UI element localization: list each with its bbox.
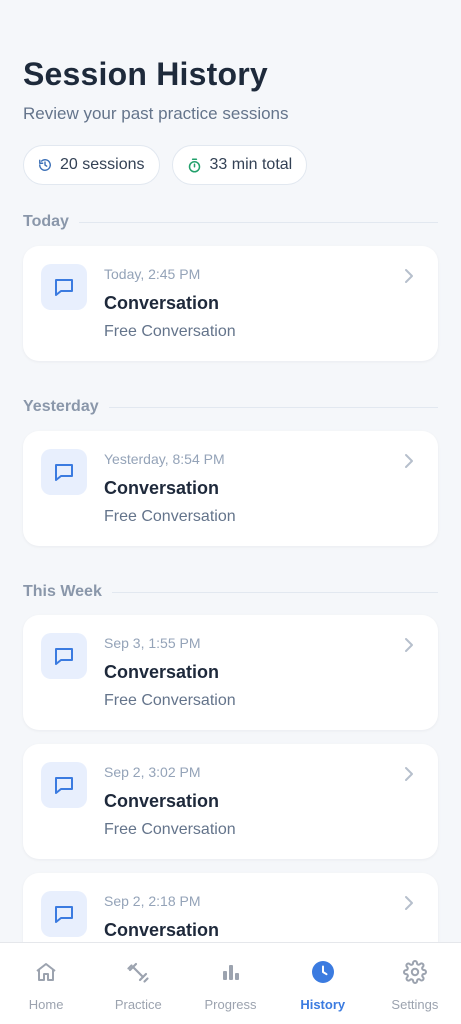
timer-icon (187, 158, 202, 173)
session-title: Conversation (104, 791, 220, 811)
session-type: Free Conversation (104, 323, 236, 340)
history-screen: Session History Review your past practic… (0, 0, 461, 942)
section-label: Yesterday (23, 398, 99, 415)
session-card[interactable]: Sep 2, 2:18 PM Conversation (23, 873, 438, 942)
session-title: Conversation (104, 920, 220, 940)
sessions-count-badge: 20 sessions (23, 145, 160, 185)
stats-row: 20 sessions 33 min total (23, 145, 308, 185)
chevron-right-icon (404, 637, 414, 658)
session-title: Conversation (104, 662, 220, 682)
chat-icon (41, 891, 87, 937)
sessions-count-text: 20 sessions (60, 156, 145, 173)
section-header-this-week: This Week (23, 583, 438, 601)
session-card[interactable]: Sep 2, 3:02 PM Conversation Free Convers… (23, 744, 438, 859)
section-header-yesterday: Yesterday (23, 398, 438, 416)
tab-home[interactable]: Home (0, 943, 92, 1024)
total-time-text: 33 min total (209, 156, 293, 173)
tab-label: Progress (204, 997, 257, 1012)
section-label: Today (23, 213, 69, 230)
page-title: Session History (23, 56, 268, 92)
session-card[interactable]: Sep 3, 1:55 PM Conversation Free Convers… (23, 615, 438, 730)
tab-label: Practice (114, 997, 162, 1012)
total-time-badge: 33 min total (171, 145, 308, 185)
bottom-tab-bar: Home Practice Progress History Settings (0, 942, 461, 1024)
tab-practice[interactable]: Practice (92, 943, 184, 1024)
tab-label: History (300, 997, 346, 1012)
session-type: Free Conversation (104, 692, 236, 709)
page-subtitle: Review your past practice sessions (23, 104, 289, 123)
section-header-today: Today (23, 213, 438, 231)
clock-icon (311, 960, 335, 989)
session-card[interactable]: Yesterday, 8:54 PM Conversation Free Con… (23, 431, 438, 546)
session-time: Sep 3, 1:55 PM (104, 635, 201, 651)
section-divider (108, 406, 438, 408)
tab-settings[interactable]: Settings (369, 943, 461, 1024)
chat-icon (41, 449, 87, 495)
chat-icon (41, 264, 87, 310)
session-time: Sep 2, 3:02 PM (104, 764, 201, 780)
chat-icon (41, 633, 87, 679)
session-title: Conversation (104, 478, 220, 498)
bar-chart-icon (219, 960, 243, 989)
history-icon (38, 158, 52, 172)
session-time: Sep 2, 2:18 PM (104, 893, 201, 909)
chevron-right-icon (404, 766, 414, 787)
chevron-right-icon (404, 895, 414, 916)
chevron-right-icon (404, 453, 414, 474)
session-title: Conversation (104, 293, 220, 313)
tab-label: Settings (391, 997, 439, 1012)
section-divider (78, 221, 438, 223)
dumbbell-icon (126, 960, 150, 989)
chat-icon (41, 762, 87, 808)
tab-label: Home (28, 997, 64, 1012)
section-label: This Week (23, 583, 102, 600)
home-icon (34, 960, 58, 989)
session-type: Free Conversation (104, 821, 236, 838)
tab-progress[interactable]: Progress (184, 943, 276, 1024)
session-type: Free Conversation (104, 508, 236, 525)
session-time: Today, 2:45 PM (104, 266, 201, 282)
session-time: Yesterday, 8:54 PM (104, 451, 225, 467)
section-divider (111, 591, 438, 593)
chevron-right-icon (404, 268, 414, 289)
tab-history[interactable]: History (277, 943, 369, 1024)
gear-icon (402, 960, 427, 989)
session-card[interactable]: Today, 2:45 PM Conversation Free Convers… (23, 246, 438, 361)
